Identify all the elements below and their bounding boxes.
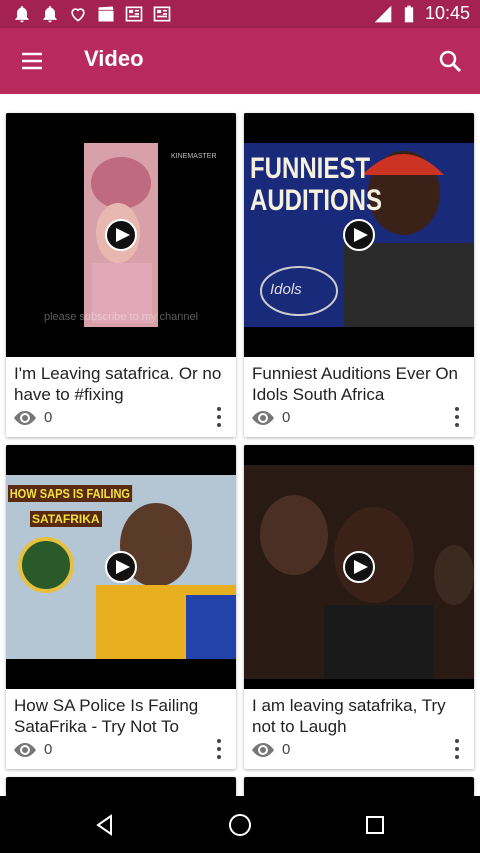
video-title[interactable]: I'm Leaving satafrica. Or no have to #fi… xyxy=(14,363,230,407)
notification-bell-icon xyxy=(43,6,57,23)
view-count: 0 xyxy=(252,409,290,426)
heart-icon xyxy=(71,8,85,22)
view-count: 0 xyxy=(14,409,52,426)
video-grid: KINEMASTER please subscribe to my channe… xyxy=(0,94,480,796)
overlay-subtext: SATAFRIKA xyxy=(30,511,102,527)
page-title: Video xyxy=(84,46,144,71)
view-count: 0 xyxy=(252,741,290,758)
view-count-value: 0 xyxy=(282,409,291,426)
overlay-caption: please subscribe to my channel xyxy=(43,311,199,323)
video-card[interactable]: I am leaving satafrika, Try not to Laugh… xyxy=(244,445,474,769)
watermark-text: KINEMASTER xyxy=(171,153,217,160)
overlay-headline: HOW SAPS IS FAILING xyxy=(8,485,132,502)
video-card-partial[interactable] xyxy=(244,777,474,796)
search-button[interactable] xyxy=(432,43,468,79)
news-icon xyxy=(125,6,143,22)
home-icon xyxy=(229,814,251,836)
nav-back-button[interactable] xyxy=(88,808,122,842)
battery-icon xyxy=(404,5,414,22)
lte-signal-icon xyxy=(374,5,392,22)
more-options-button[interactable] xyxy=(210,737,228,761)
video-card-partial[interactable] xyxy=(6,777,236,796)
video-thumbnail[interactable]: HOW SAPS IS FAILING SATAFRIKA xyxy=(6,445,236,689)
clapperboard-icon xyxy=(98,6,114,22)
video-thumbnail[interactable] xyxy=(244,445,474,689)
status-bar: 10:45 xyxy=(0,0,480,28)
idols-logo: Idols xyxy=(270,281,302,298)
news-icon xyxy=(153,6,171,22)
play-icon xyxy=(353,228,368,242)
more-vert-icon xyxy=(217,407,221,411)
video-thumbnail[interactable]: KINEMASTER please subscribe to my channe… xyxy=(6,113,236,357)
more-vert-icon xyxy=(455,407,459,411)
video-card[interactable]: HOW SAPS IS FAILING SATAFRIKA How SA Pol… xyxy=(6,445,236,769)
video-card[interactable]: FUNNIEST AUDITIONS Idols Funniest Auditi… xyxy=(244,113,474,437)
overlay-headline: FUNNIEST AUDITIONS xyxy=(250,152,382,217)
more-options-button[interactable] xyxy=(448,405,466,429)
video-card[interactable]: KINEMASTER please subscribe to my channe… xyxy=(6,113,236,437)
play-button[interactable] xyxy=(105,219,137,251)
play-icon xyxy=(115,560,130,574)
more-options-button[interactable] xyxy=(448,737,466,761)
nav-home-button[interactable] xyxy=(223,808,257,842)
video-title[interactable]: How SA Police Is Failing SataFrika - Try… xyxy=(14,695,230,739)
more-vert-icon xyxy=(455,739,459,743)
play-icon xyxy=(353,560,368,574)
eye-icon xyxy=(14,742,36,757)
view-count: 0 xyxy=(14,741,52,758)
recents-icon xyxy=(366,816,384,834)
view-count-value: 0 xyxy=(44,741,53,758)
eye-icon xyxy=(252,410,274,425)
menu-button[interactable] xyxy=(14,43,50,79)
video-thumbnail[interactable]: FUNNIEST AUDITIONS Idols xyxy=(244,113,474,357)
system-nav-bar xyxy=(0,796,480,853)
video-title[interactable]: I am leaving satafrika, Try not to Laugh xyxy=(252,695,468,739)
app-bar: Video xyxy=(0,28,480,94)
video-title[interactable]: Funniest Auditions Ever On Idols South A… xyxy=(252,363,468,407)
play-icon xyxy=(115,228,130,242)
play-button[interactable] xyxy=(343,551,375,583)
play-button[interactable] xyxy=(105,551,137,583)
status-right: 10:45 xyxy=(373,3,470,24)
notification-bell-icon xyxy=(15,6,29,23)
more-options-button[interactable] xyxy=(210,405,228,429)
notification-icons xyxy=(12,4,172,24)
video-thumbnail[interactable] xyxy=(6,777,236,796)
more-vert-icon xyxy=(217,739,221,743)
menu-icon xyxy=(22,52,42,70)
nav-recents-button[interactable] xyxy=(358,808,392,842)
eye-icon xyxy=(252,742,274,757)
eye-icon xyxy=(14,410,36,425)
status-time: 10:45 xyxy=(424,3,470,23)
video-thumbnail[interactable] xyxy=(244,777,474,796)
play-button[interactable] xyxy=(343,219,375,251)
view-count-value: 0 xyxy=(44,409,53,426)
search-icon xyxy=(439,50,462,73)
view-count-value: 0 xyxy=(282,741,291,758)
back-icon xyxy=(96,814,112,836)
